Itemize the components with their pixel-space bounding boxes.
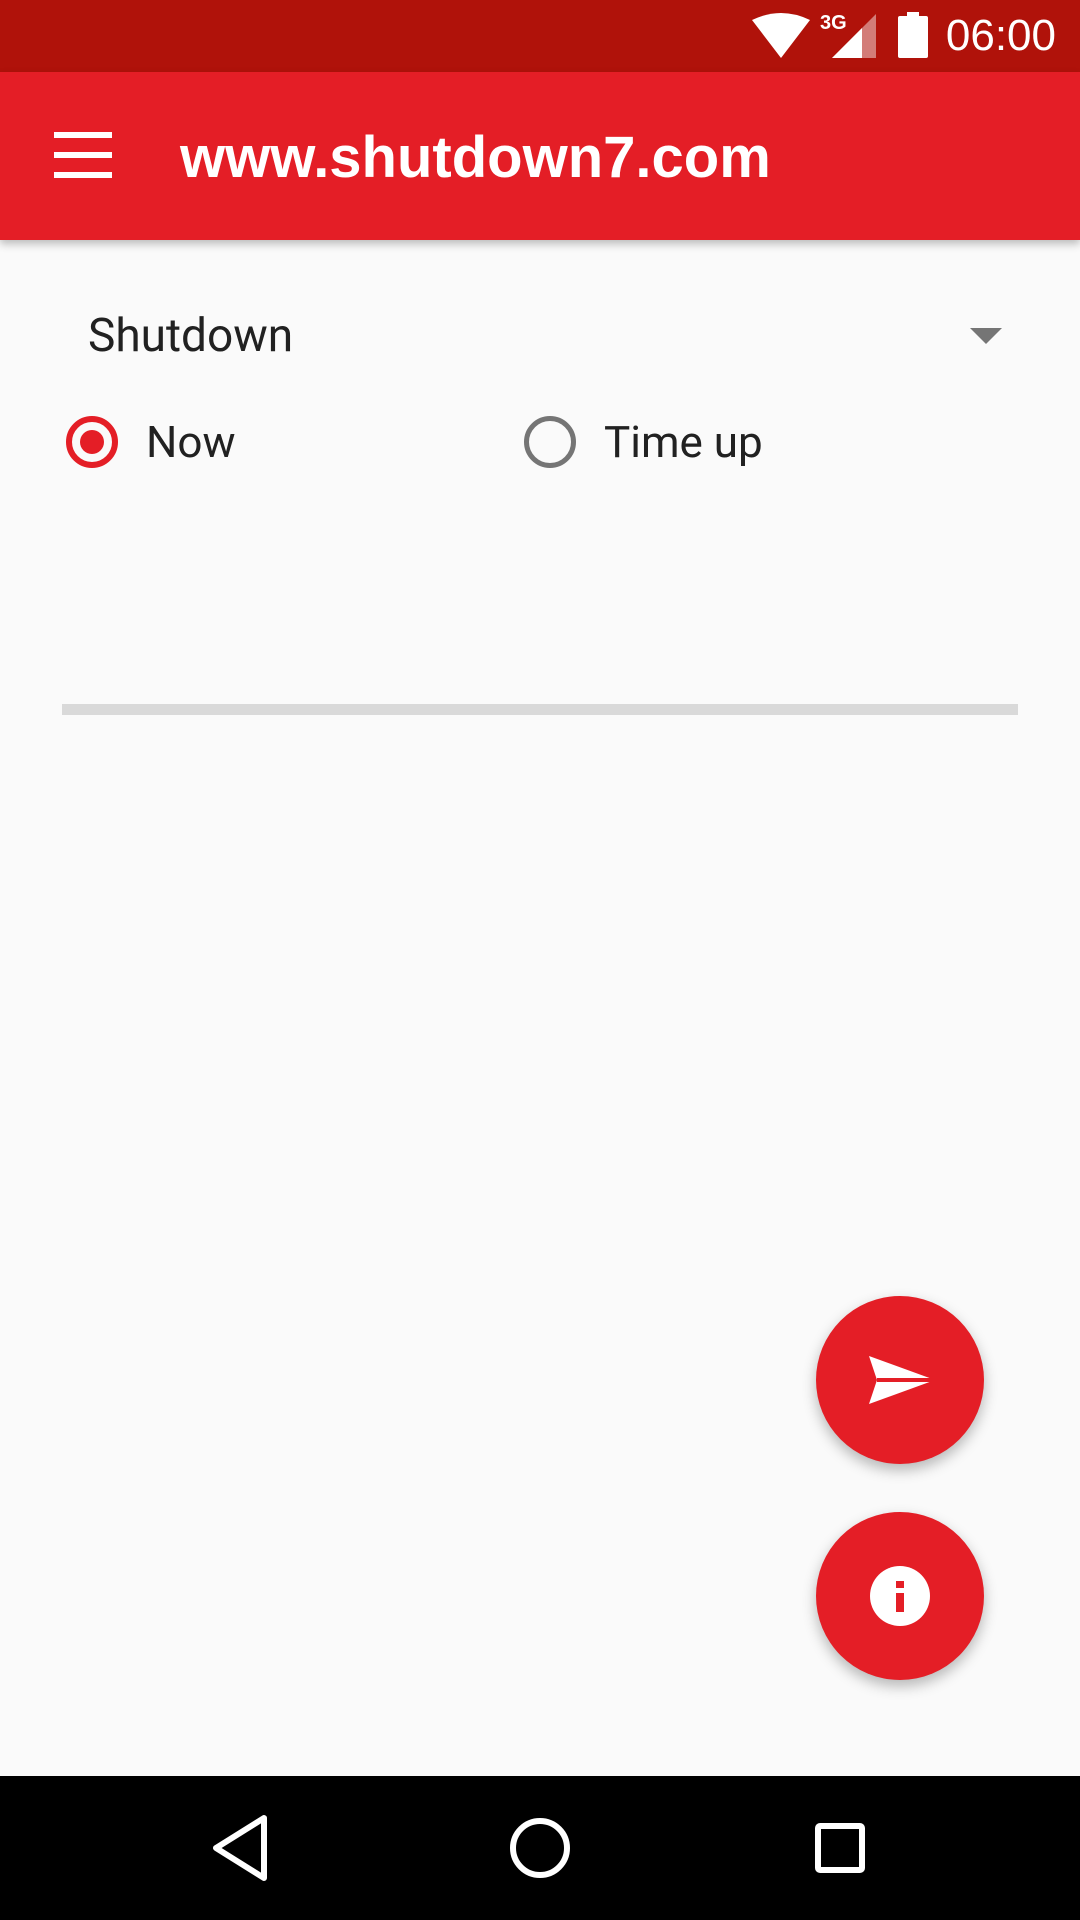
radio-now-label: Now xyxy=(146,416,236,468)
status-bar: 3G 06:00 xyxy=(0,0,1080,72)
send-icon xyxy=(869,1356,935,1404)
action-spinner-value: Shutdown xyxy=(88,309,294,363)
menu-icon[interactable] xyxy=(54,132,112,180)
send-button[interactable] xyxy=(816,1296,984,1464)
status-time: 06:00 xyxy=(945,11,1056,60)
progress-bar xyxy=(62,704,1018,715)
cell-signal-icon xyxy=(832,14,876,58)
navigation-bar xyxy=(0,1776,1080,1920)
back-button[interactable] xyxy=(150,1776,330,1920)
info-icon xyxy=(870,1566,930,1626)
home-icon xyxy=(510,1818,570,1878)
radio-checked-icon xyxy=(66,416,118,468)
radio-time-up-label: Time up xyxy=(604,416,763,468)
info-button[interactable] xyxy=(816,1512,984,1680)
radio-unchecked-icon xyxy=(524,416,576,468)
app-bar: www.shutdown7.com xyxy=(0,72,1080,240)
recents-icon xyxy=(815,1823,865,1873)
radio-now[interactable]: Now xyxy=(66,414,386,478)
battery-icon xyxy=(898,12,928,58)
home-button[interactable] xyxy=(450,1776,630,1920)
wifi-icon xyxy=(752,13,810,58)
dropdown-arrow-icon xyxy=(970,328,1002,344)
page-title: www.shutdown7.com xyxy=(180,125,771,190)
recents-button[interactable] xyxy=(750,1776,930,1920)
radio-time-up[interactable]: Time up xyxy=(524,414,844,478)
action-spinner[interactable]: Shutdown xyxy=(62,282,1024,394)
back-icon xyxy=(213,1815,267,1881)
